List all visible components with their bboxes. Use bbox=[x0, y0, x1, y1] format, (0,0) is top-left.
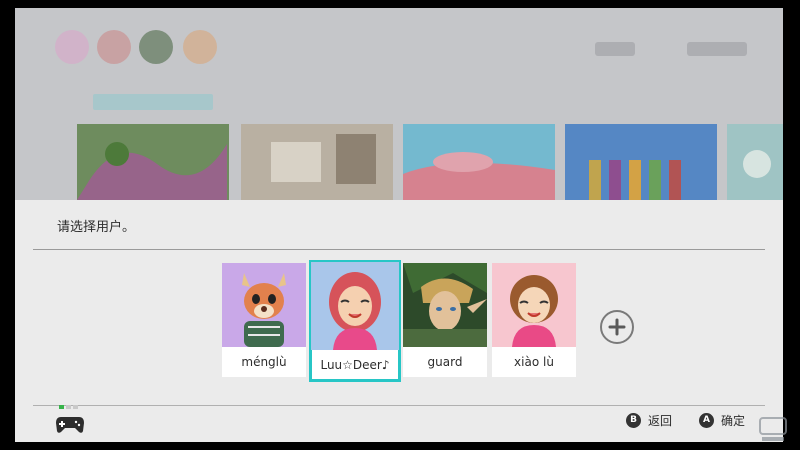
bg-user-avatar-2 bbox=[97, 30, 131, 64]
red-hair-mii-avatar bbox=[311, 262, 399, 350]
bg-user-avatar-3 bbox=[139, 30, 173, 64]
back-button[interactable]: B 返回 bbox=[626, 412, 672, 428]
user-card-guard[interactable]: guard bbox=[403, 263, 487, 377]
home-screen-background bbox=[15, 8, 783, 200]
add-user-button[interactable] bbox=[600, 310, 634, 344]
confirm-label: 确定 bbox=[721, 413, 746, 428]
bg-game-tile-5 bbox=[727, 124, 783, 200]
user-card-luudeer[interactable]: Luu☆Deer♪ bbox=[309, 260, 401, 382]
dialog-prompt: 请选择用户。 bbox=[57, 220, 136, 235]
bg-user-avatar-4 bbox=[183, 30, 217, 64]
controller-icon bbox=[56, 417, 84, 433]
switch-screen: 请选择用户。 ménglù Luu☆Deer♪ guard xiào lù B … bbox=[15, 8, 783, 442]
player-indicator-dot bbox=[73, 405, 78, 409]
player-indicator-dot bbox=[59, 405, 64, 409]
bg-game-tile-1 bbox=[77, 124, 229, 200]
b-button-icon: B bbox=[626, 412, 641, 428]
user-select-dialog: 请选择用户。 ménglù Luu☆Deer♪ guard xiào lù B … bbox=[15, 200, 783, 442]
bg-user-avatar-1 bbox=[55, 30, 89, 64]
user-name: Luu☆Deer♪ bbox=[320, 358, 390, 372]
top-divider bbox=[33, 249, 765, 250]
user-name: guard bbox=[427, 355, 463, 369]
bg-clock bbox=[595, 42, 635, 56]
back-label: 返回 bbox=[648, 413, 673, 428]
link-avatar bbox=[403, 263, 487, 347]
bg-status bbox=[687, 42, 747, 56]
brown-hair-mii-avatar bbox=[492, 263, 576, 347]
user-name: xiào lù bbox=[514, 355, 554, 369]
deer-villager-avatar bbox=[222, 263, 306, 347]
bg-game-tile-4 bbox=[565, 124, 717, 200]
confirm-button[interactable]: A 确定 bbox=[699, 412, 745, 428]
watermark-logo bbox=[758, 416, 788, 444]
bg-section-label bbox=[93, 94, 213, 110]
user-name: ménglù bbox=[241, 355, 287, 369]
user-card-xiaolu[interactable]: xiào lù bbox=[492, 263, 576, 377]
user-card-menglu[interactable]: ménglù bbox=[222, 263, 306, 377]
bg-game-tile-3 bbox=[403, 124, 555, 200]
bg-game-tile-2 bbox=[241, 124, 393, 200]
player-indicator-dot bbox=[66, 405, 71, 409]
a-button-icon: A bbox=[699, 412, 714, 428]
plus-icon bbox=[608, 318, 626, 336]
bottom-divider bbox=[33, 405, 765, 406]
